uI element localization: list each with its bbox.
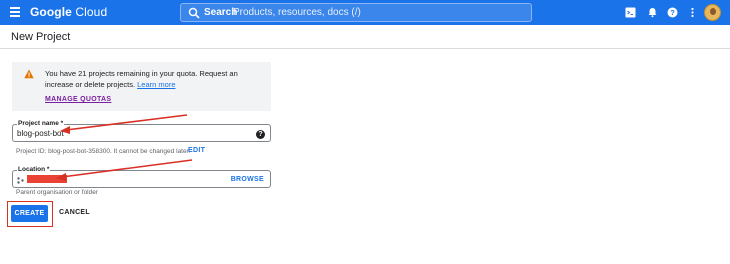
learn-more-link[interactable]: Learn more: [137, 80, 175, 89]
avatar[interactable]: [704, 4, 721, 21]
search-icon: [188, 7, 200, 19]
bell-icon[interactable]: [647, 7, 658, 18]
location-field[interactable]: Location * BROWSE: [12, 166, 271, 188]
manage-quotas-link[interactable]: MANAGE QUOTAS: [45, 96, 111, 103]
search-placeholder: Products, resources, docs (/): [233, 7, 361, 18]
quota-notice: You have 21 projects remaining in your q…: [12, 62, 271, 111]
project-name-field[interactable]: Project name * blog-post-bot ?: [12, 120, 271, 142]
create-button[interactable]: CREATE: [11, 205, 48, 222]
top-app-bar: Google Cloud Search Products, resources,…: [0, 0, 730, 25]
svg-text:?: ?: [670, 8, 675, 17]
browse-button[interactable]: BROWSE: [231, 176, 264, 183]
cancel-button[interactable]: CANCEL: [59, 209, 90, 216]
location-label: Location *: [17, 166, 51, 173]
edit-project-id-button[interactable]: EDIT: [188, 147, 205, 154]
menu-icon[interactable]: [10, 7, 20, 17]
location-value-redacted: [27, 175, 67, 183]
help-icon[interactable]: ?: [667, 7, 678, 18]
organization-icon: [17, 177, 24, 184]
more-vert-icon[interactable]: [687, 7, 698, 18]
search-bar[interactable]: Search Products, resources, docs (/): [180, 3, 532, 22]
google-cloud-logo[interactable]: Google Cloud: [30, 5, 107, 19]
location-hint: Parent organisation or folder: [16, 189, 99, 196]
header-divider: [0, 48, 730, 49]
page-title: New Project: [11, 31, 71, 43]
project-id-text: Project ID: blog-post-bot-358300. It can…: [16, 148, 191, 155]
project-name-input[interactable]: blog-post-bot: [17, 129, 64, 138]
warning-icon: [24, 69, 34, 79]
quota-message: You have 21 projects remaining in your q…: [45, 69, 238, 89]
terminal-icon[interactable]: [625, 7, 636, 18]
help-circle-icon[interactable]: ?: [256, 130, 265, 139]
project-name-label: Project name *: [17, 120, 65, 127]
